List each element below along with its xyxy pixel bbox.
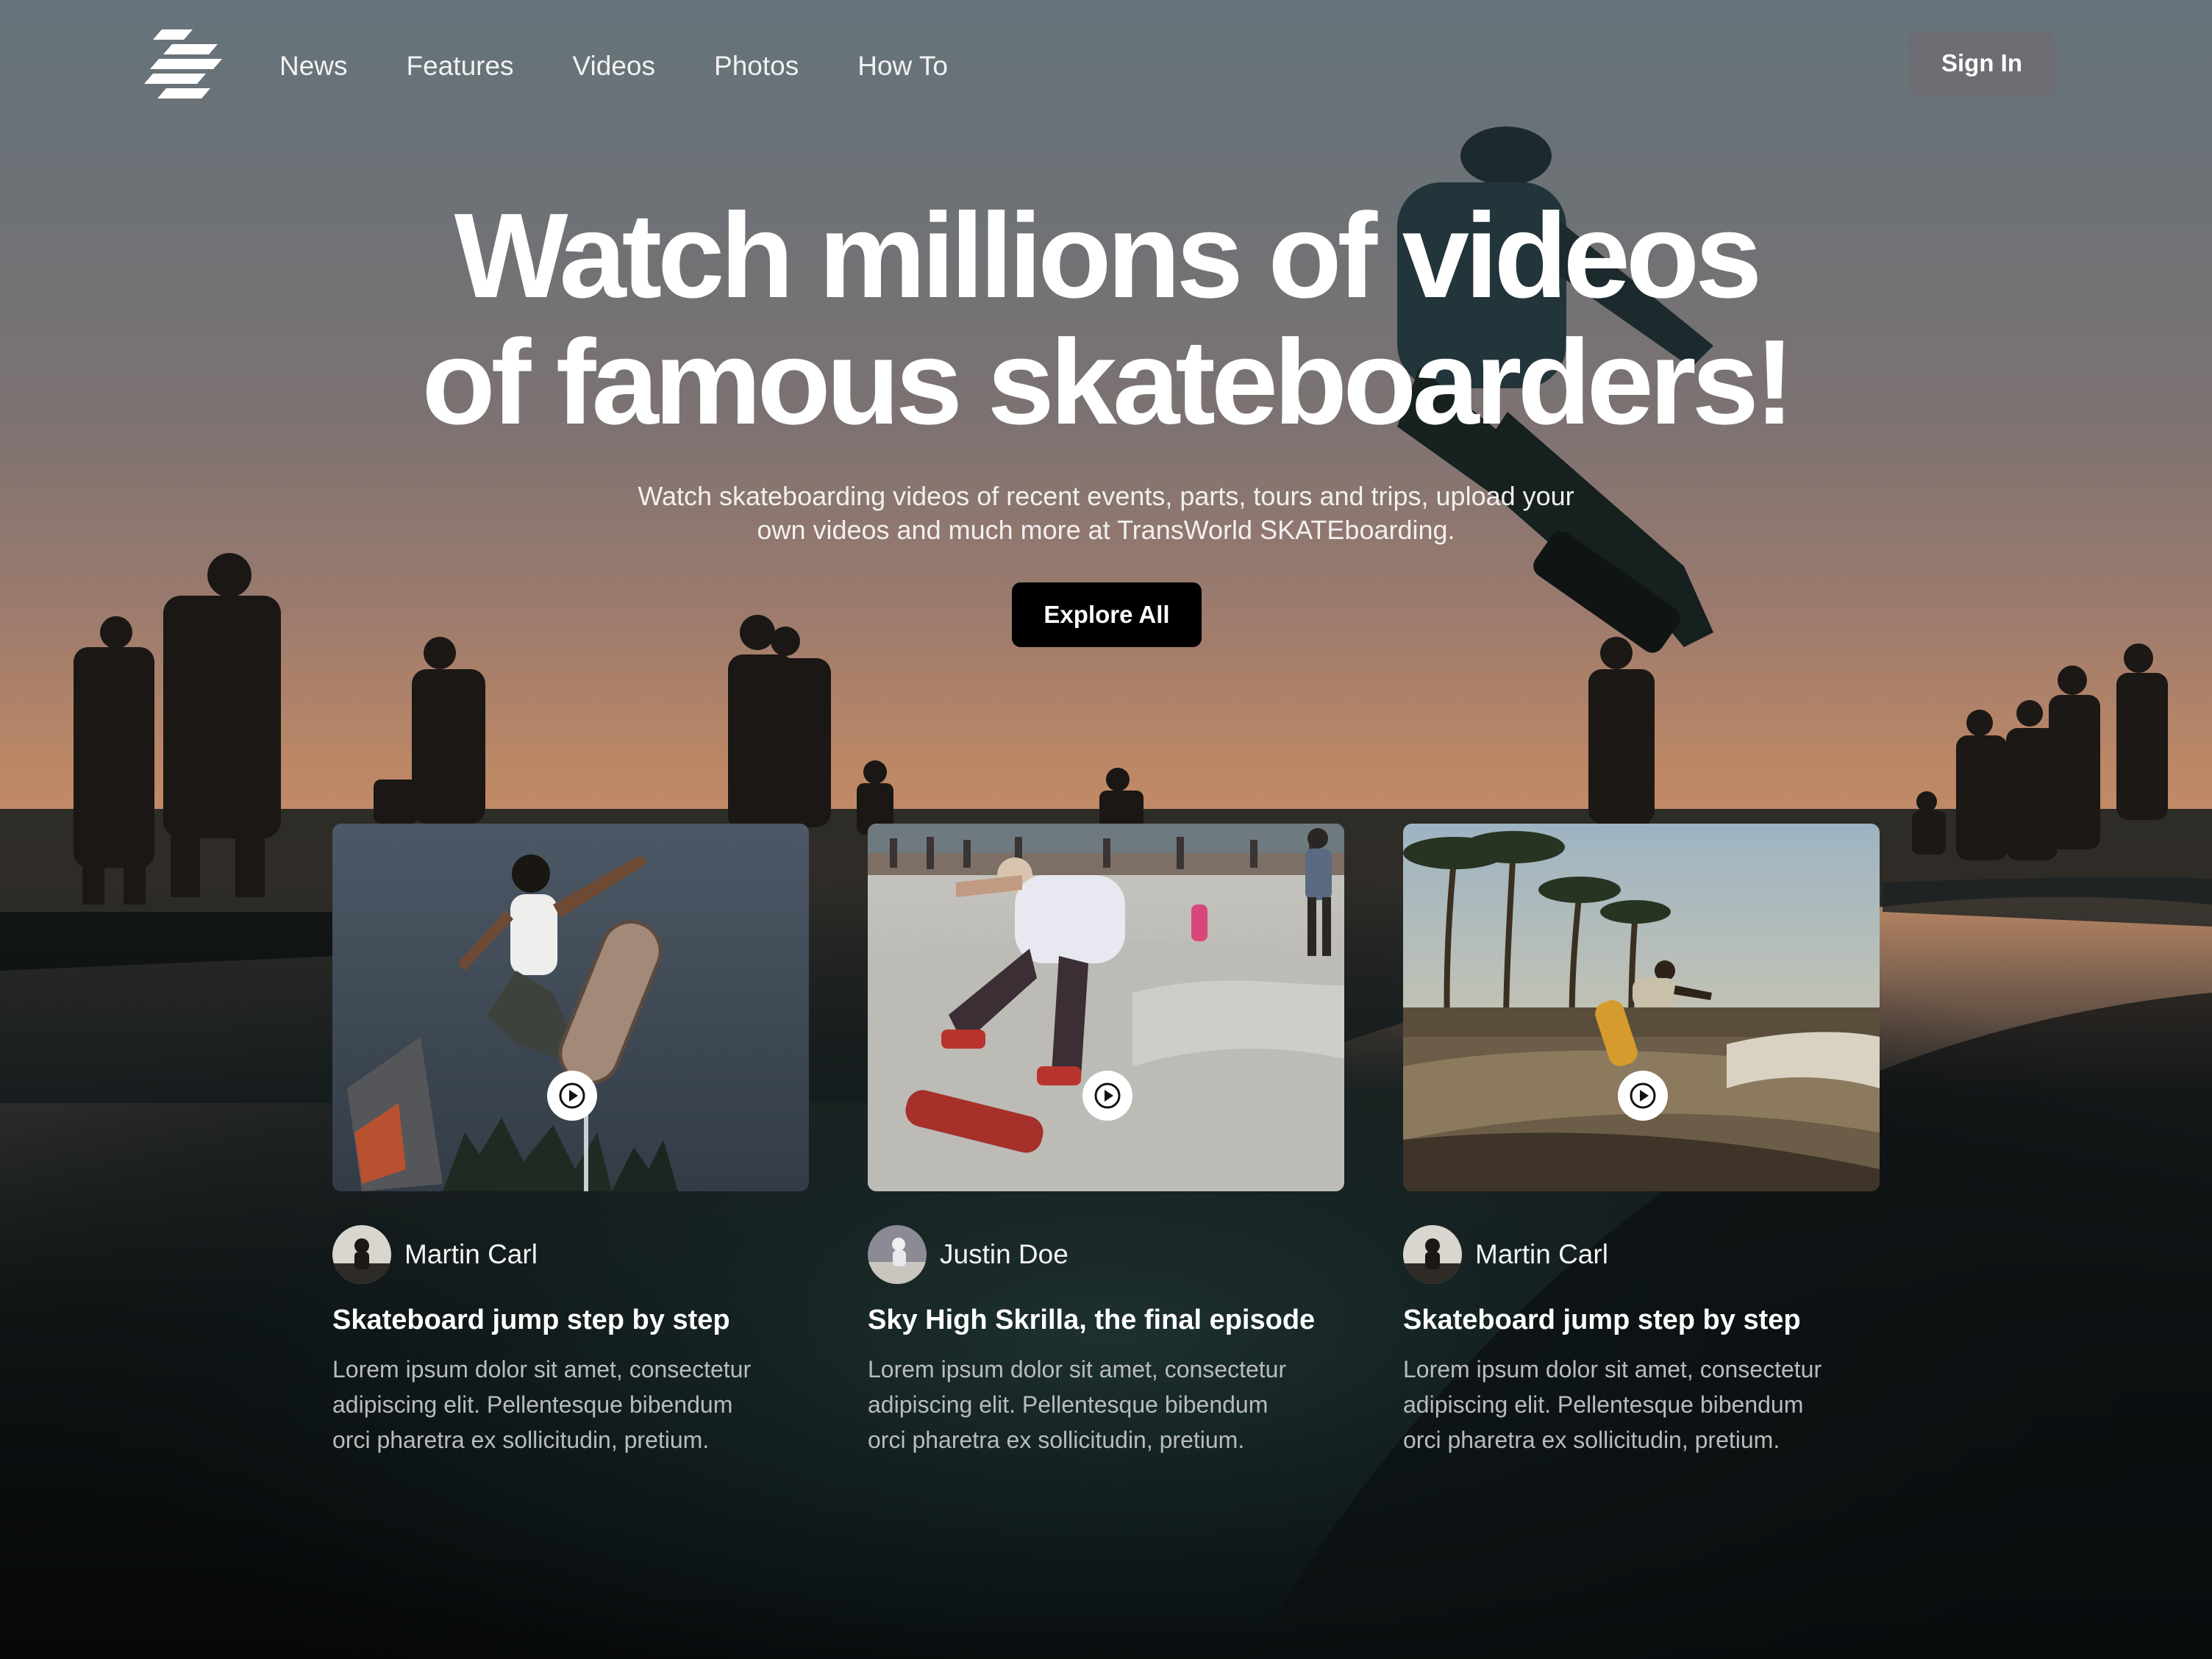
nav-item-features[interactable]: Features: [407, 51, 514, 82]
card-description: Lorem ipsum dolor sit amet, consectetur …: [868, 1352, 1344, 1458]
avatar[interactable]: [868, 1225, 927, 1284]
video-thumbnail[interactable]: [1403, 824, 1880, 1191]
card-description-line: orci pharetra ex sollicitudin, pretium.: [868, 1427, 1245, 1453]
hero-subtitle: Watch skateboarding videos of recent eve…: [554, 479, 1658, 547]
avatar[interactable]: [1403, 1225, 1462, 1284]
card-description-line: Lorem ipsum dolor sit amet, consectetur: [1403, 1356, 1822, 1382]
main-nav: News Features Videos Photos How To: [279, 46, 1007, 87]
landing-page: News Features Videos Photos How To Sign …: [0, 0, 2212, 1659]
card-description-line: adipiscing elit. Pellentesque bibendum: [332, 1391, 733, 1418]
card-description-line: Lorem ipsum dolor sit amet, consectetur: [868, 1356, 1287, 1382]
nav-item-news[interactable]: News: [279, 51, 348, 82]
card-description-line: Lorem ipsum dolor sit amet, consectetur: [332, 1356, 752, 1382]
hero-subtitle-line: Watch skateboarding videos of recent eve…: [638, 481, 1574, 511]
author-name[interactable]: Martin Carl: [404, 1239, 538, 1270]
hero-title-line: Watch millions of videos: [454, 188, 1763, 323]
author[interactable]: Justin Doe: [868, 1225, 1068, 1284]
video-thumbnail[interactable]: [332, 824, 809, 1191]
video-card: Martin Carl Skateboard jump step by step…: [332, 824, 809, 1453]
avatar[interactable]: [332, 1225, 391, 1284]
play-button[interactable]: [1618, 1071, 1668, 1121]
author[interactable]: Martin Carl: [332, 1225, 538, 1284]
card-description-line: orci pharetra ex sollicitudin, pretium.: [332, 1427, 710, 1453]
sign-in-button[interactable]: Sign In: [1909, 31, 2055, 96]
card-title[interactable]: Sky High Skrilla, the final episode: [868, 1305, 1315, 1336]
video-thumbnail[interactable]: [868, 824, 1344, 1191]
author[interactable]: Martin Carl: [1403, 1225, 1608, 1284]
play-icon: [1630, 1082, 1656, 1109]
video-card: Martin Carl Skateboard jump step by step…: [1403, 824, 1880, 1453]
hero-subtitle-line: own videos and much more at TransWorld S…: [757, 515, 1455, 545]
hero-title-line: of famous skateboarders!: [421, 315, 1795, 449]
play-button[interactable]: [547, 1071, 597, 1121]
card-title[interactable]: Skateboard jump step by step: [332, 1305, 730, 1336]
card-description-line: adipiscing elit. Pellentesque bibendum: [868, 1391, 1269, 1418]
play-button[interactable]: [1082, 1071, 1132, 1121]
card-description: Lorem ipsum dolor sit amet, consectetur …: [332, 1352, 809, 1458]
hero-title: Watch millions of videos of famous skate…: [297, 193, 1915, 446]
play-icon: [559, 1082, 585, 1109]
brand-logo-icon[interactable]: [144, 29, 224, 99]
nav-item-videos[interactable]: Videos: [573, 51, 655, 82]
card-description-line: adipiscing elit. Pellentesque bibendum: [1403, 1391, 1804, 1418]
explore-all-button[interactable]: Explore All: [1012, 582, 1202, 647]
video-card: Justin Doe Sky High Skrilla, the final e…: [868, 824, 1344, 1453]
card-title[interactable]: Skateboard jump step by step: [1403, 1305, 1801, 1336]
author-name[interactable]: Justin Doe: [940, 1239, 1068, 1270]
nav-item-how-to[interactable]: How To: [857, 51, 948, 82]
card-description-line: orci pharetra ex sollicitudin, pretium.: [1403, 1427, 1780, 1453]
nav-item-photos[interactable]: Photos: [714, 51, 799, 82]
author-name[interactable]: Martin Carl: [1475, 1239, 1608, 1270]
play-icon: [1094, 1082, 1121, 1109]
card-description: Lorem ipsum dolor sit amet, consectetur …: [1403, 1352, 1880, 1458]
